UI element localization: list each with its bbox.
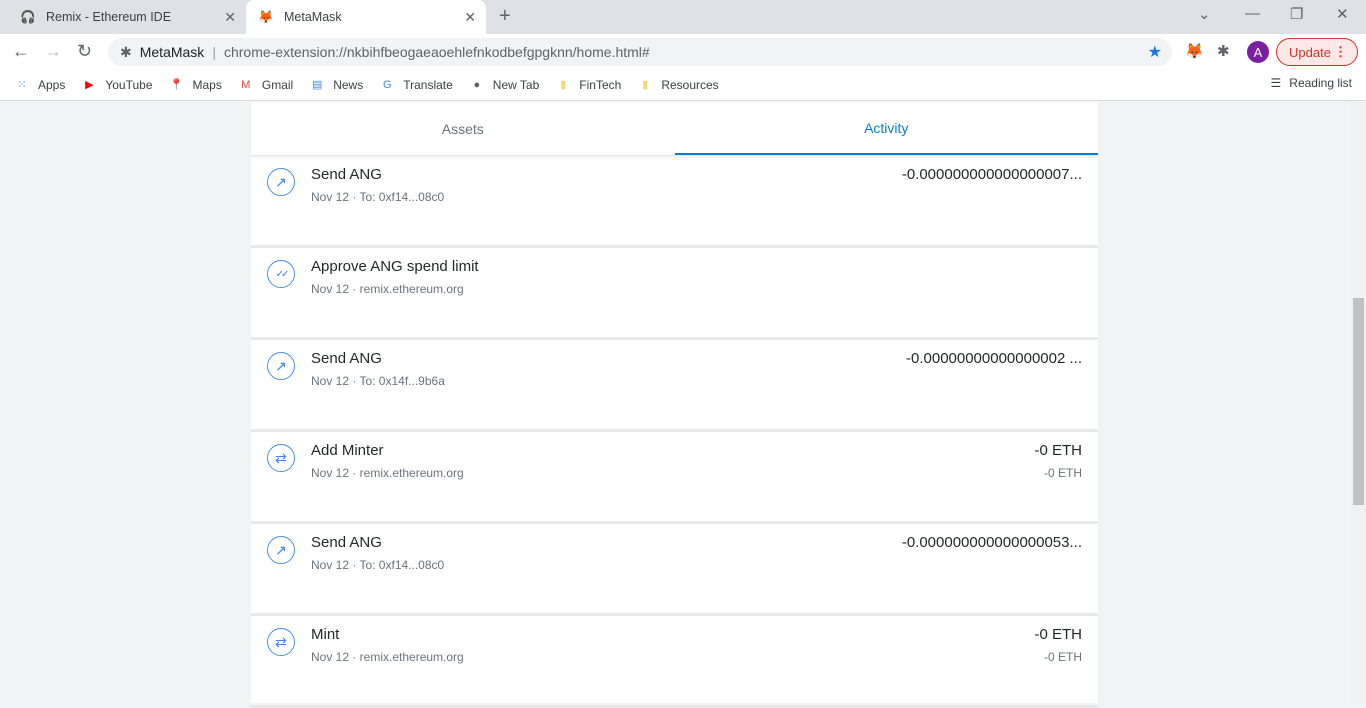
scrollbar[interactable] (1351, 102, 1366, 703)
apps-grid-icon: ⁙ (17, 79, 27, 91)
activity-title: Send ANG (311, 534, 382, 551)
tab-activity[interactable]: Activity (674, 102, 1098, 155)
reading-list-label: Reading list (1289, 76, 1352, 90)
activity-amount: -0.000000000000000053... (901, 534, 1082, 551)
youtube-icon: ▶ (85, 79, 94, 91)
forward-icon[interactable]: → (44, 41, 62, 62)
bookmark-label: Translate (403, 77, 453, 92)
activity-title: Mint (311, 626, 340, 643)
close-tab-icon[interactable]: ✕ (224, 9, 236, 26)
interaction-swap-icon: ⇄ (267, 444, 295, 472)
interaction-swap-icon: ⇄ (267, 628, 295, 656)
bookmark-star-icon[interactable]: ★ (1148, 42, 1162, 62)
update-label: Update (1289, 44, 1331, 60)
activity-title: Add Minter (311, 442, 384, 459)
new-tab-button[interactable]: + (499, 5, 511, 28)
globe-icon: ● (473, 78, 481, 91)
activity-amount: -0 ETH (1034, 626, 1082, 643)
activity-secondary-amount: -0 ETH (1043, 466, 1082, 480)
send-arrow-icon: ↗ (267, 536, 295, 564)
maps-icon: 📍 (169, 79, 184, 91)
activity-amount: -0.000000000000000007... (901, 166, 1082, 183)
bookmark-label: Apps (38, 77, 66, 92)
activity-amount: -0 ETH (1034, 442, 1082, 459)
metamask-panel: Assets Activity ↗ Send ANG Nov 12 · To: … (251, 102, 1098, 708)
activity-item[interactable]: ↗ Send ANG Nov 12 · To: 0xf14...08c0 -0.… (251, 524, 1098, 616)
restore-button[interactable]: ❐ (1290, 5, 1303, 23)
toolbar: ← → ↻ ✱ MetaMask | chrome-extension://nk… (0, 34, 1366, 69)
tab-metamask[interactable]: 🦊 MetaMask ✕ (246, 0, 486, 34)
activity-subtitle: Nov 12 · remix.ethereum.org (311, 650, 464, 664)
metamask-fox-icon: 🦊 (258, 9, 274, 24)
tab-search-icon[interactable]: ⌄ (1198, 5, 1211, 23)
close-window-button[interactable]: ✕ (1336, 5, 1349, 23)
bookmark-fintech[interactable]: ▮ FinTech (555, 77, 621, 93)
tab-assets[interactable]: Assets (251, 102, 675, 155)
news-icon: ▤ (312, 79, 323, 91)
tab-remix[interactable]: 🎧 Remix - Ethereum IDE ✕ (8, 0, 246, 34)
activity-item[interactable]: ↗ Send ANG Nov 12 · To: 0xf14...08c0 -0.… (251, 156, 1098, 248)
close-tab-icon[interactable]: ✕ (464, 9, 476, 26)
bookmark-label: FinTech (579, 77, 622, 92)
gmail-icon: M (241, 78, 251, 91)
bookmark-youtube[interactable]: ▶ YouTube (81, 77, 152, 93)
metamask-extension-icon[interactable]: 🦊 (1185, 42, 1204, 60)
bookmark-news[interactable]: ▤ News (309, 77, 363, 93)
activity-item[interactable]: ⇄ Mint Nov 12 · remix.ethereum.org -0 ET… (251, 616, 1098, 708)
address-bar[interactable]: ✱ MetaMask | chrome-extension://nkbihfbe… (108, 38, 1172, 66)
folder-icon: ▮ (560, 79, 567, 91)
bookmark-gmail[interactable]: M Gmail (238, 77, 293, 93)
back-icon[interactable]: ← (12, 41, 30, 62)
approve-check-icon: ✓✓ (267, 260, 295, 288)
bookmark-label: Resources (661, 77, 719, 92)
tab-title: Remix - Ethereum IDE (46, 10, 172, 24)
send-arrow-icon: ↗ (267, 352, 295, 380)
minimize-button[interactable]: — (1245, 5, 1260, 22)
divider: | (212, 44, 216, 60)
bookmark-maps[interactable]: 📍 Maps (169, 77, 222, 93)
activity-title: Send ANG (311, 350, 382, 367)
bookmark-apps[interactable]: ⁙ Apps (14, 77, 65, 93)
reload-icon[interactable]: ↻ (77, 41, 92, 62)
activity-secondary-amount: -0 ETH (1043, 650, 1082, 664)
site-name: MetaMask (139, 44, 205, 60)
extension-puzzle-icon: ✱ (120, 43, 132, 60)
remix-icon: 🎧 (20, 9, 36, 24)
folder-icon: ▮ (642, 79, 649, 91)
bookmark-resources[interactable]: ▮ Resources (637, 77, 718, 93)
menu-dots-icon: ⋮ (1334, 44, 1347, 59)
activity-subtitle: Nov 12 · To: 0xf14...08c0 (311, 190, 445, 204)
bookmark-label: YouTube (105, 77, 153, 92)
activity-item[interactable]: ✓✓ Approve ANG spend limit Nov 12 · remi… (251, 248, 1098, 340)
bookmark-new-tab[interactable]: ● New Tab (469, 77, 539, 93)
avatar[interactable]: A (1247, 41, 1269, 63)
activity-item[interactable]: ⇄ Add Minter Nov 12 · remix.ethereum.org… (251, 432, 1098, 524)
reading-list-button[interactable]: ☰ Reading list (1271, 76, 1352, 90)
activity-title: Send ANG (311, 166, 382, 183)
tab-strip: 🎧 Remix - Ethereum IDE ✕ 🦊 MetaMask ✕ + … (0, 0, 1366, 34)
metamask-tabs: Assets Activity (251, 102, 1098, 156)
bookmarks-bar: ⁙ Apps ▶ YouTube 📍 Maps M Gmail ▤ News G Translate ●… (0, 69, 1366, 101)
bookmark-label: Maps (192, 77, 222, 92)
update-button[interactable]: Update ⋮ (1276, 38, 1358, 66)
activity-subtitle: Nov 12 · remix.ethereum.org (311, 466, 464, 480)
translate-icon: G (382, 78, 392, 91)
send-arrow-icon: ↗ (267, 168, 295, 196)
bookmark-label: News (333, 77, 364, 92)
tab-title: MetaMask (284, 10, 342, 24)
extensions-puzzle-icon[interactable]: ✱ (1217, 42, 1230, 60)
activity-subtitle: Nov 12 · To: 0xf14...08c0 (311, 558, 445, 572)
scrollbar-thumb[interactable] (1353, 298, 1364, 505)
activity-list: ↗ Send ANG Nov 12 · To: 0xf14...08c0 -0.… (251, 156, 1098, 708)
activity-subtitle: Nov 12 · remix.ethereum.org (311, 282, 464, 296)
bookmark-label: New Tab (492, 77, 540, 92)
reading-list-icon: ☰ (1270, 76, 1282, 90)
url-text: chrome-extension://nkbihfbeogaeaoehlefnk… (223, 44, 650, 60)
activity-item[interactable]: ↗ Send ANG Nov 12 · To: 0x14f...9b6a -0.… (251, 340, 1098, 432)
bookmark-translate[interactable]: G Translate (379, 77, 453, 93)
activity-amount: -0.00000000000000002 ... (906, 350, 1082, 367)
bookmark-label: Gmail (261, 77, 294, 92)
activity-title: Approve ANG spend limit (311, 258, 479, 275)
activity-subtitle: Nov 12 · To: 0x14f...9b6a (311, 374, 445, 388)
